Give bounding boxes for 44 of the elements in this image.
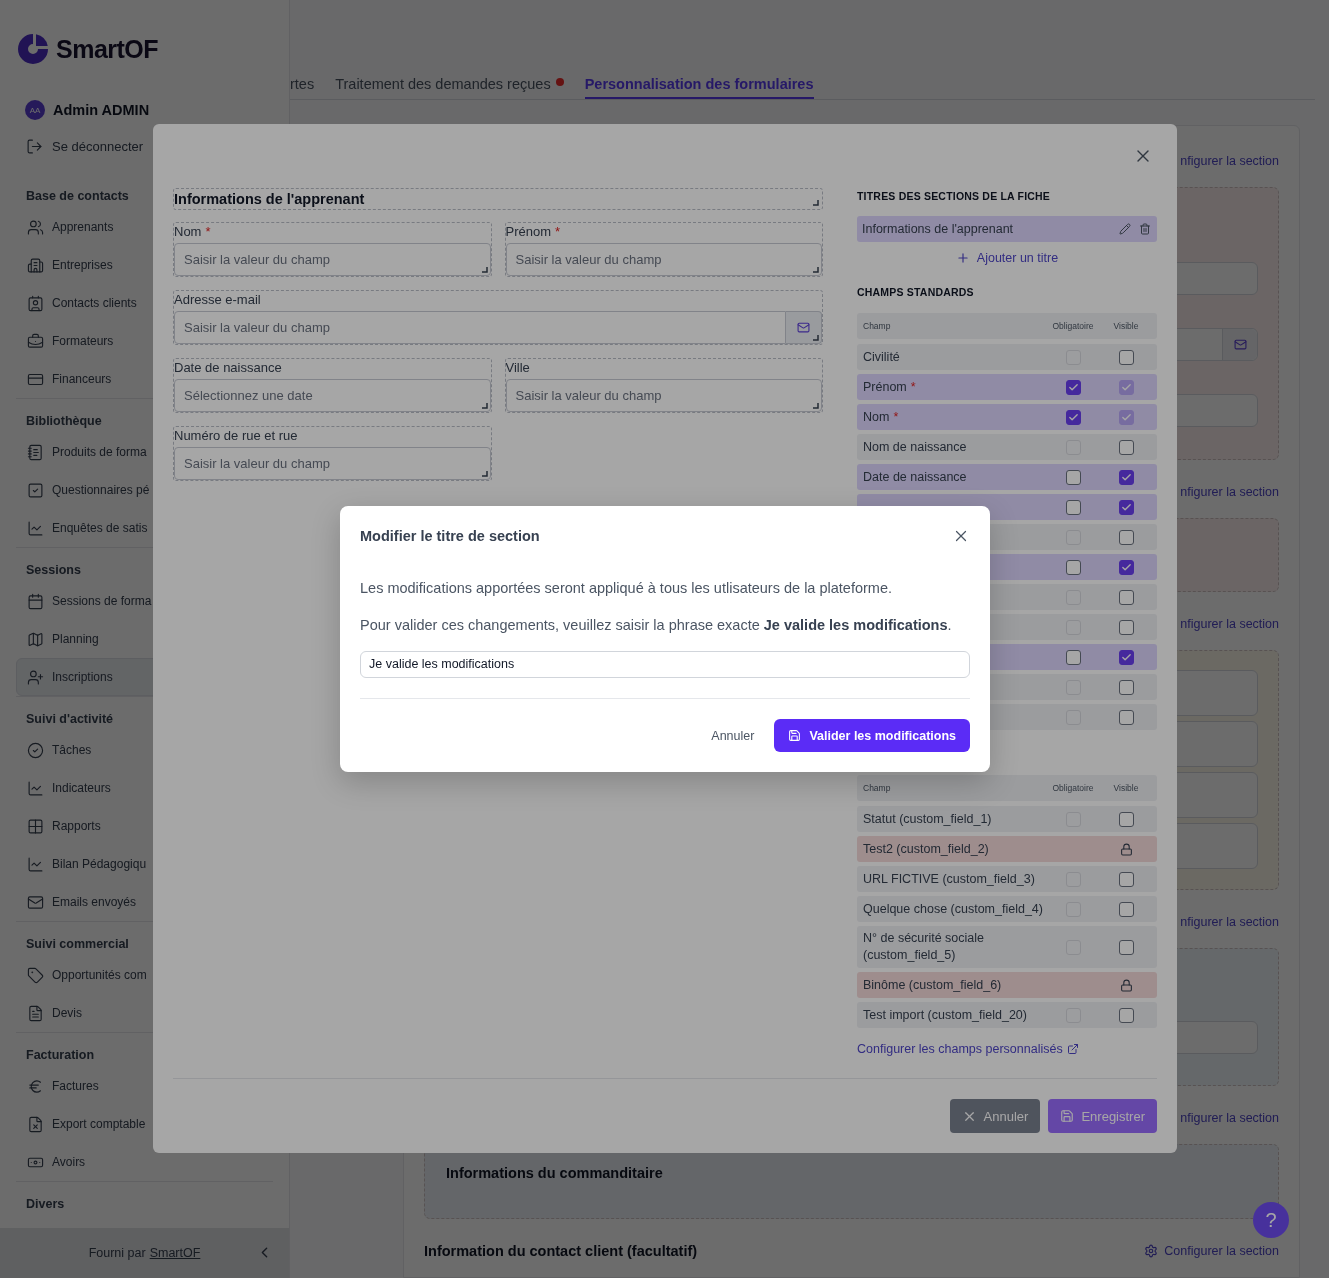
column-header: Champ [863,783,891,793]
section-title: Information du contact client (facultatif) [424,1243,698,1259]
dialog-text: Pour valider ces changements, veuillez saisir la phrase exacte Je valide les modifications. [360,615,953,634]
field-label: Prénom * [505,223,562,241]
section-heading: Suivi commercial [25,936,129,953]
credit-text: Fourni par [88,1246,146,1260]
avatar: AA [25,100,45,120]
field-name: Test import (custom_field_20) [863,1006,1028,1024]
field-name: URL FICTIVE (custom_field_3) [863,870,1036,888]
column-header: Champ [863,321,891,331]
section-heading: Base de contacts [25,188,129,205]
field-label: Nom * [174,223,212,241]
field-label: Ville [505,359,531,377]
field-label: Adresse e-mail [174,291,262,309]
section-heading: Facturation [25,1047,95,1064]
dialog-text: Les modifications apportées seront appliqué à tous les utlisateurs de la plateforme. [360,578,893,597]
panel-heading: TITRES DES SECTIONS DE LA FICHE [857,189,1052,203]
column-header: Obligatoire [1052,783,1094,793]
field-name: Statut (custom_field_1) [863,810,993,828]
column-header: Obligatoire [1052,321,1094,331]
field-name: Test2 (custom_field_2) [863,840,990,858]
section-heading: Sessions [25,562,81,579]
field-name: N° de sécurité sociale (custom_field_5) [863,930,986,964]
panel-heading: CHAMPS STANDARDS [857,285,974,299]
field-name: Nom de naissance [863,438,968,456]
brand-name: SmartOF [56,34,159,64]
field-name: Prénom * [863,378,917,396]
section-title-label: Informations de l'apprenant [862,222,1015,236]
user-name: Admin ADMIN [53,102,150,118]
dialog-title: Modifier le titre de section [360,527,540,544]
field-name: Date de naissance [863,468,968,486]
column-header: Visible [1113,321,1139,331]
column-header: Visible [1113,783,1139,793]
section-heading: Divers [25,1196,65,1213]
field-name: Nom * [863,408,900,426]
section-heading: Bibliothèque [25,413,102,430]
field-name: Binôme (custom_field_6) [863,976,1003,994]
section-heading: Suivi d'activité [25,711,114,728]
field-label: Date de naissance [174,359,283,377]
field-name: Civilité [863,348,901,366]
card-title: Informations du commanditaire [445,1165,664,1181]
field-name: Quelque chose (custom_field_4) [863,900,1044,918]
form-section-title: Informations de l'apprenant [173,188,823,210]
field-label: Numéro de rue et rue [174,427,299,445]
